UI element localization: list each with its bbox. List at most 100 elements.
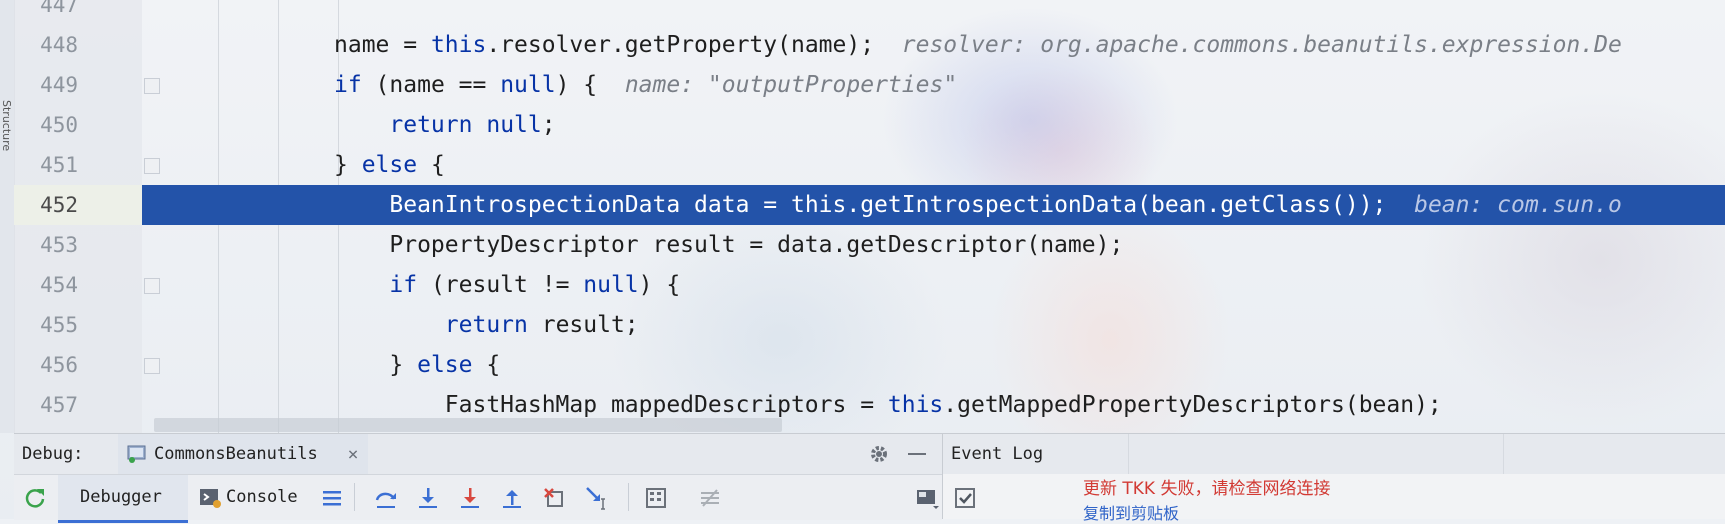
structure-tool-label[interactable]: Structure <box>0 100 13 151</box>
code-text[interactable]: } else { <box>334 345 500 385</box>
layout-icon[interactable] <box>914 485 940 511</box>
code-text[interactable]: } else { <box>334 145 445 185</box>
tab-debugger-label: Debugger <box>80 487 162 507</box>
code-token: } <box>334 152 362 178</box>
keyword-token: this <box>887 392 944 418</box>
code-token: ) { <box>555 72 625 98</box>
copy-to-clipboard-link[interactable]: 复制到剪贴板 <box>1083 500 1179 524</box>
code-token: result; <box>527 312 639 338</box>
code-text[interactable]: if (result != null) { <box>334 265 680 305</box>
debug-session-label: CommonsBeanutils <box>154 444 318 464</box>
line-number[interactable]: 448 <box>14 25 78 65</box>
code-editor[interactable]: 447 448 name = this.resolver.getProperty(n… <box>14 0 1725 433</box>
horizontal-scrollbar[interactable] <box>154 418 782 432</box>
step-into-icon[interactable] <box>416 485 440 511</box>
code-line[interactable]: 447 <box>14 0 1725 25</box>
fold-marker-icon[interactable] <box>144 278 160 294</box>
inline-debug-value: name: "outputProperties" <box>624 72 958 98</box>
code-line[interactable]: 449 if (name == null) { name: "outputProp… <box>14 65 1725 105</box>
fold-marker-icon[interactable] <box>144 158 160 174</box>
keyword-token: if <box>334 72 362 98</box>
force-step-into-icon[interactable] <box>458 485 482 511</box>
code-line[interactable]: 451} else { <box>14 145 1725 185</box>
code-token: ; <box>541 112 556 138</box>
rerun-icon[interactable] <box>22 485 48 511</box>
toolbar-separator <box>354 483 355 511</box>
code-token: PropertyDescriptor result = data.getDesc… <box>334 232 1124 258</box>
keyword-token: this <box>790 192 847 218</box>
inline-debug-value: bean: com.sun.o <box>1414 192 1622 218</box>
debug-label: Debug: <box>22 444 84 464</box>
evaluate-expression-icon[interactable] <box>644 485 668 511</box>
keyword-token: null <box>583 272 639 298</box>
line-number[interactable]: 457 <box>14 385 78 425</box>
code-token: } <box>334 352 418 378</box>
keyword-token: if <box>389 272 418 298</box>
run-to-cursor-icon[interactable] <box>584 485 610 511</box>
menu-icon[interactable] <box>320 486 344 510</box>
fold-marker-icon[interactable] <box>144 358 160 374</box>
header-divider <box>1128 434 1129 474</box>
code-token: { <box>417 152 445 178</box>
tab-debugger[interactable]: Debugger <box>58 475 188 523</box>
drop-frame-icon[interactable] <box>542 485 566 511</box>
line-number[interactable]: 451 <box>14 145 78 185</box>
code-text[interactable]: return null; <box>334 105 556 145</box>
debug-session-tab[interactable]: CommonsBeanutils × <box>118 434 368 477</box>
code-text[interactable]: PropertyDescriptor result = data.getDesc… <box>334 225 1123 265</box>
code-line[interactable]: 456 } else { <box>14 345 1725 385</box>
step-out-icon[interactable] <box>500 485 524 511</box>
gear-icon[interactable] <box>866 442 892 466</box>
code-text[interactable]: if (name == null) { name: "outputPropert… <box>334 65 957 105</box>
line-number[interactable]: 455 <box>14 305 78 345</box>
keyword-token: null <box>500 72 556 98</box>
event-log-body: 更新 TKK 失败，请检查网络连接 复制到剪贴板 <box>942 474 1725 523</box>
code-token: FastHashMap mappedDescriptors = <box>334 392 888 418</box>
keyword-token: return <box>389 112 473 138</box>
code-line[interactable]: 448 name = this.resolver.getProperty(name… <box>14 25 1725 65</box>
run-config-icon <box>126 443 148 465</box>
code-token: name = <box>334 32 431 58</box>
code-text[interactable]: return result; <box>334 305 639 345</box>
code-line[interactable]: 453 PropertyDescriptor result = data.get… <box>14 225 1725 265</box>
code-text[interactable]: name = this.resolver.getProperty(name); … <box>334 25 1622 65</box>
fold-marker-icon[interactable] <box>144 78 160 94</box>
code-line[interactable]: 450 return null; <box>14 105 1725 145</box>
code-line[interactable]: 455 return result; <box>14 305 1725 345</box>
line-number[interactable]: 452 <box>14 185 78 225</box>
minimize-icon[interactable] <box>904 442 930 466</box>
event-message: 更新 TKK 失败，请检查网络连接 <box>1083 479 1331 499</box>
debug-toolbar: Debugger Console <box>14 474 942 523</box>
toolbar-separator <box>628 483 629 511</box>
code-token: BeanIntrospectionData data = <box>334 192 791 218</box>
line-number[interactable]: 453 <box>14 225 78 265</box>
line-number[interactable]: 449 <box>14 65 78 105</box>
code-text[interactable]: BeanIntrospectionData data = this.getInt… <box>334 185 1622 225</box>
line-number[interactable]: 447 <box>14 0 78 25</box>
event-log-header: Event Log <box>942 433 1725 474</box>
mark-all-read-icon[interactable] <box>953 486 977 510</box>
code-line[interactable]: 454 if (result != null) { <box>14 265 1725 305</box>
code-token: { <box>472 352 501 378</box>
current-execution-line[interactable]: 452 BeanIntrospectionData data = this.ge… <box>14 185 1725 225</box>
line-number[interactable]: 454 <box>14 265 78 305</box>
step-over-icon[interactable] <box>374 485 398 511</box>
left-tool-strip[interactable]: Structure <box>0 0 15 433</box>
keyword-token: else <box>361 152 418 178</box>
console-icon <box>198 486 222 510</box>
trace-stream-icon[interactable] <box>698 485 722 511</box>
code-token: (name == <box>361 72 501 98</box>
tab-console[interactable]: Console <box>226 487 298 507</box>
keyword-token: return <box>444 312 528 338</box>
header-divider <box>1503 434 1504 474</box>
line-number[interactable]: 456 <box>14 345 78 385</box>
close-icon[interactable]: × <box>344 444 362 465</box>
line-number[interactable]: 450 <box>14 105 78 145</box>
code-token: .getMappedPropertyDescriptors(bean); <box>943 392 1442 418</box>
code-token: .getIntrospectionData(bean.getClass()); <box>846 192 1415 218</box>
code-token: (result != <box>417 272 584 298</box>
inline-debug-value: resolver: org.apache.commons.beanutils.e… <box>901 32 1622 58</box>
